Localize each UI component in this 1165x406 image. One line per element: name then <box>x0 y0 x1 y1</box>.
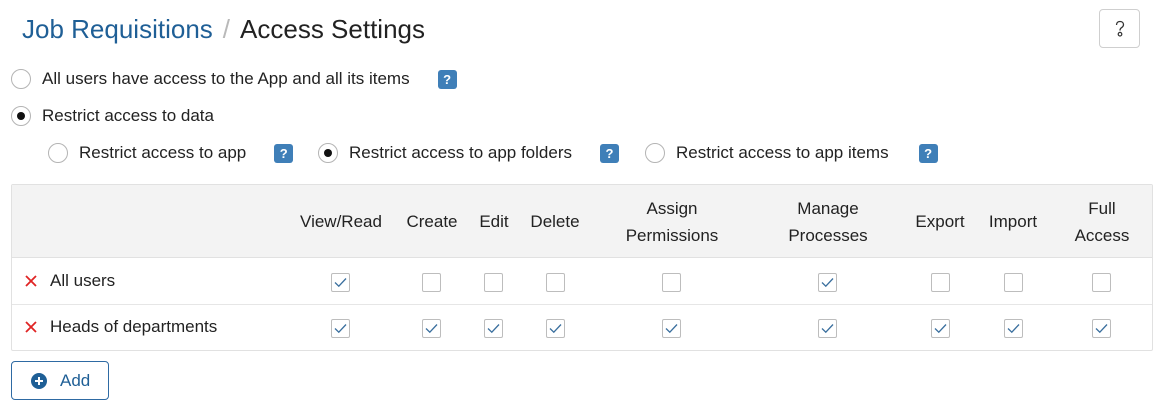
help-badge[interactable]: ? <box>918 143 938 163</box>
radio-restrict-app[interactable] <box>48 143 68 163</box>
remove-icon[interactable] <box>24 274 38 288</box>
breadcrumb: Job Requisitions / Access Settings <box>22 12 425 46</box>
permission-checkbox[interactable] <box>484 273 503 292</box>
option-label: Restrict access to app items <box>676 143 889 162</box>
permission-checkbox[interactable] <box>818 273 837 292</box>
permission-checkbox[interactable] <box>818 319 837 338</box>
check-icon <box>487 324 500 334</box>
check-icon <box>821 324 834 334</box>
column-header: Edit <box>479 212 509 231</box>
option-label: All users have access to the App and all… <box>42 69 410 88</box>
check-icon <box>425 324 438 334</box>
check-icon <box>821 278 834 288</box>
option-restrict-items[interactable]: Restrict access to app items ? <box>645 143 938 163</box>
permission-checkbox[interactable] <box>331 273 350 292</box>
permission-checkbox[interactable] <box>931 319 950 338</box>
row-name: Heads of departments <box>50 317 218 336</box>
option-restrict-app[interactable]: Restrict access to app ? <box>48 143 294 163</box>
check-icon <box>1095 324 1108 334</box>
option-all-users-access[interactable]: All users have access to the App and all… <box>11 69 457 89</box>
row-name: All users <box>50 271 116 290</box>
permission-checkbox[interactable] <box>422 273 441 292</box>
permission-checkbox[interactable] <box>546 319 565 338</box>
permission-checkbox[interactable] <box>422 319 441 338</box>
option-label: Restrict access to data <box>42 106 214 125</box>
breadcrumb-separator: / <box>222 13 231 44</box>
radio-restrict-items[interactable] <box>645 143 665 163</box>
permission-checkbox[interactable] <box>662 273 681 292</box>
column-header: Export <box>915 212 965 231</box>
check-icon <box>934 324 947 334</box>
table-row: Heads of departments <box>12 305 1152 351</box>
table-header: View/Read Create Edit Delete Assign Perm… <box>12 185 1152 258</box>
permission-checkbox[interactable] <box>662 319 681 338</box>
plus-circle-icon <box>31 372 47 389</box>
help-badge[interactable]: ? <box>599 143 619 163</box>
check-icon <box>334 324 347 334</box>
remove-icon[interactable] <box>24 320 38 334</box>
permission-checkbox[interactable] <box>546 273 565 292</box>
column-header: Create <box>406 212 458 231</box>
add-button-label: Add <box>60 370 91 390</box>
permissions-table: View/Read Create Edit Delete Assign Perm… <box>11 184 1153 351</box>
help-badge[interactable]: ? <box>437 69 457 89</box>
permission-checkbox[interactable] <box>331 319 350 338</box>
help-badge[interactable]: ? <box>274 143 294 163</box>
option-restrict-data[interactable]: Restrict access to data <box>11 106 214 126</box>
permission-checkbox[interactable] <box>1004 273 1023 292</box>
permission-checkbox[interactable] <box>1092 273 1111 292</box>
column-header: View/Read <box>300 212 382 231</box>
add-button[interactable]: Add <box>11 361 109 400</box>
option-label: Restrict access to app folders <box>349 143 572 162</box>
option-label: Restrict access to app <box>79 143 247 162</box>
column-header: Import <box>988 212 1038 231</box>
permission-checkbox[interactable] <box>931 273 950 292</box>
column-header: Delete <box>530 212 580 231</box>
permission-checkbox[interactable] <box>1092 319 1111 338</box>
radio-restrict-data[interactable] <box>11 106 31 126</box>
radio-all-users-access[interactable] <box>11 69 31 89</box>
question-mark-icon <box>1115 20 1124 37</box>
column-header: Full Access <box>1074 198 1130 245</box>
check-icon <box>334 278 347 288</box>
radio-restrict-folders[interactable] <box>318 143 338 163</box>
breadcrumb-app-link[interactable]: Job Requisitions <box>22 14 213 45</box>
column-header: Manage Processes <box>788 198 868 245</box>
check-icon <box>549 324 562 334</box>
permission-checkbox[interactable] <box>1004 319 1023 338</box>
permission-checkbox[interactable] <box>484 319 503 338</box>
option-restrict-folders[interactable]: Restrict access to app folders ? <box>318 143 619 163</box>
column-header: Assign Permissions <box>625 198 719 245</box>
table-row: All users <box>12 259 1152 305</box>
page-title: Access Settings <box>240 13 425 44</box>
help-button[interactable] <box>1099 9 1140 48</box>
check-icon <box>665 324 678 334</box>
check-icon <box>1007 324 1020 334</box>
